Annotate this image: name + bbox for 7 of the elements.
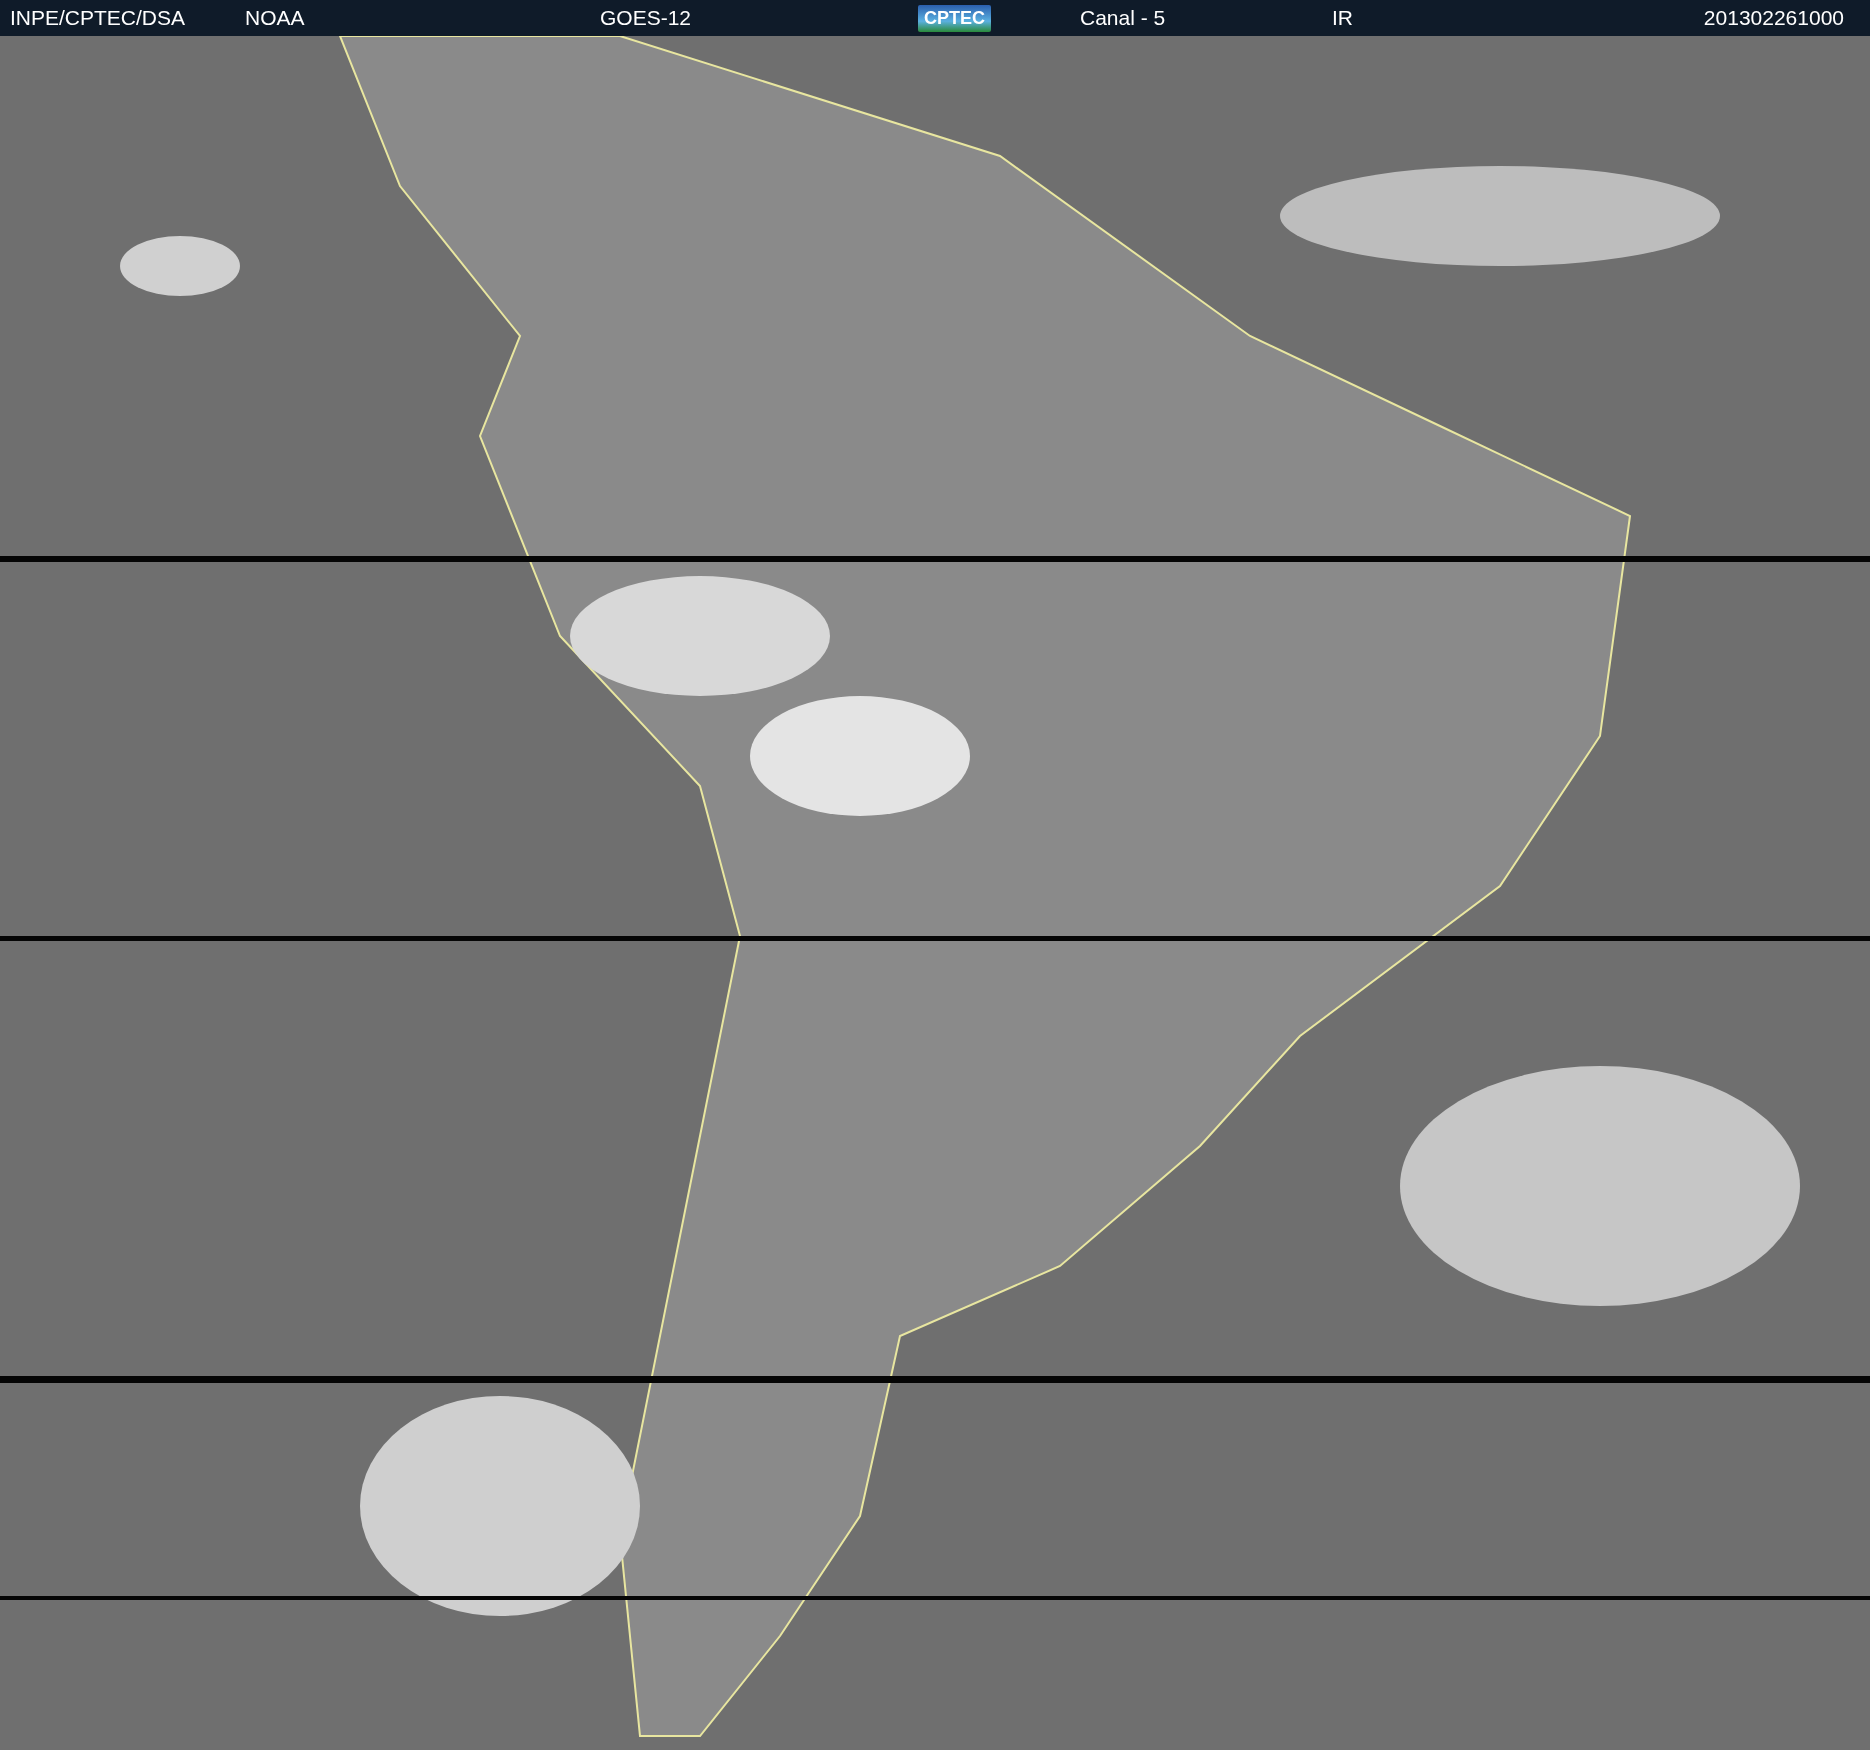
band-label: IR: [1332, 6, 1353, 30]
agency-label: NOAA: [245, 6, 305, 30]
channel-label: Canal - 5: [1080, 6, 1166, 30]
satellite-label: GOES-12: [600, 6, 692, 30]
logo: CPTEC: [918, 4, 991, 32]
timestamp-label: 201302261000: [1703, 6, 1844, 30]
source-label: INPE/CPTEC/DSA: [10, 6, 186, 30]
